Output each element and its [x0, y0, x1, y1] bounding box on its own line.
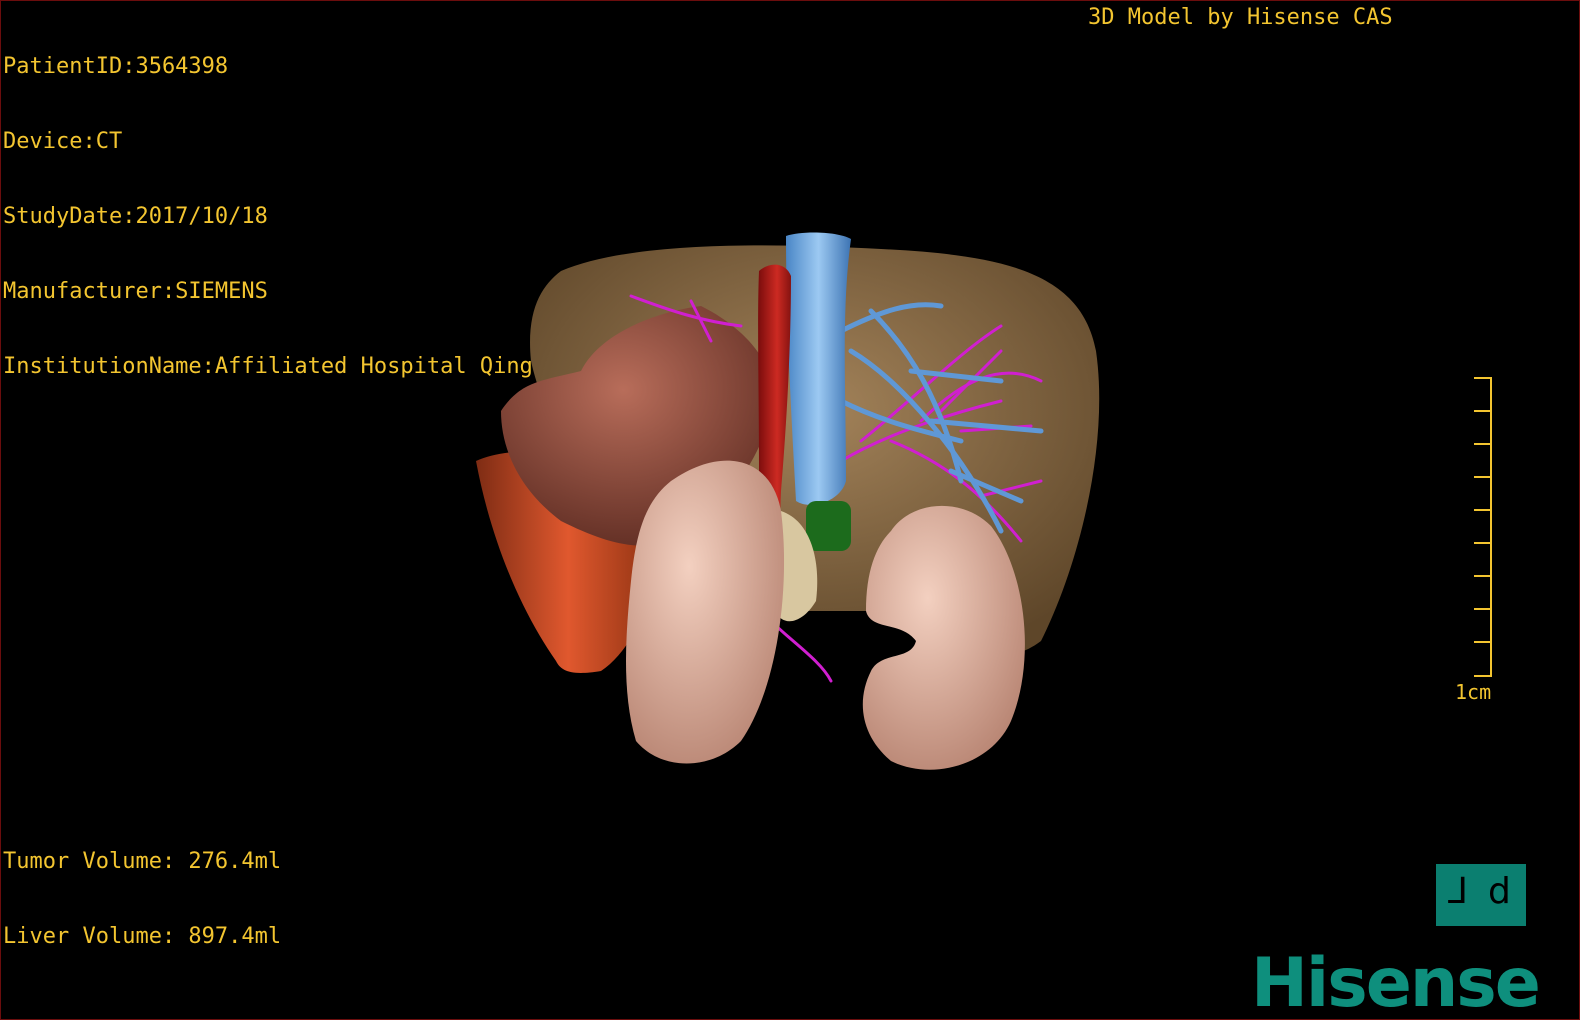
anatomy-3d-model[interactable] [441, 231, 1141, 791]
patient-id-label: PatientID:3564398 [3, 54, 229, 79]
orientation-left-glyph: ⅃ [1448, 871, 1469, 912]
3d-viewer-canvas[interactable]: PatientID:3564398 Device:CT StudyDate:20… [0, 0, 1580, 1020]
anatomy-render [476, 232, 1100, 770]
orientation-cube[interactable]: ⅃ d [1436, 864, 1526, 926]
model-credit: 3D Model by Hisense CAS [1088, 5, 1393, 30]
right-kidney [862, 505, 1025, 770]
liver-volume-label: Liver Volume: 897.4ml [3, 924, 282, 949]
scale-label: 1cm [1455, 680, 1492, 704]
vena-cava-segment [806, 501, 851, 551]
tumor-volume-label: Tumor Volume: 276.4ml [3, 849, 282, 874]
portal-vein-trunk [786, 232, 851, 505]
scale-bar [1474, 377, 1492, 677]
device-label: Device:CT [3, 129, 123, 154]
hisense-logo: Hisense [1251, 944, 1541, 1020]
orientation-right-glyph: d [1488, 871, 1511, 912]
study-date-label: StudyDate:2017/10/18 [3, 204, 268, 229]
volume-info-panel: Tumor Volume: 276.4ml Liver Volume: 897.… [3, 799, 281, 999]
